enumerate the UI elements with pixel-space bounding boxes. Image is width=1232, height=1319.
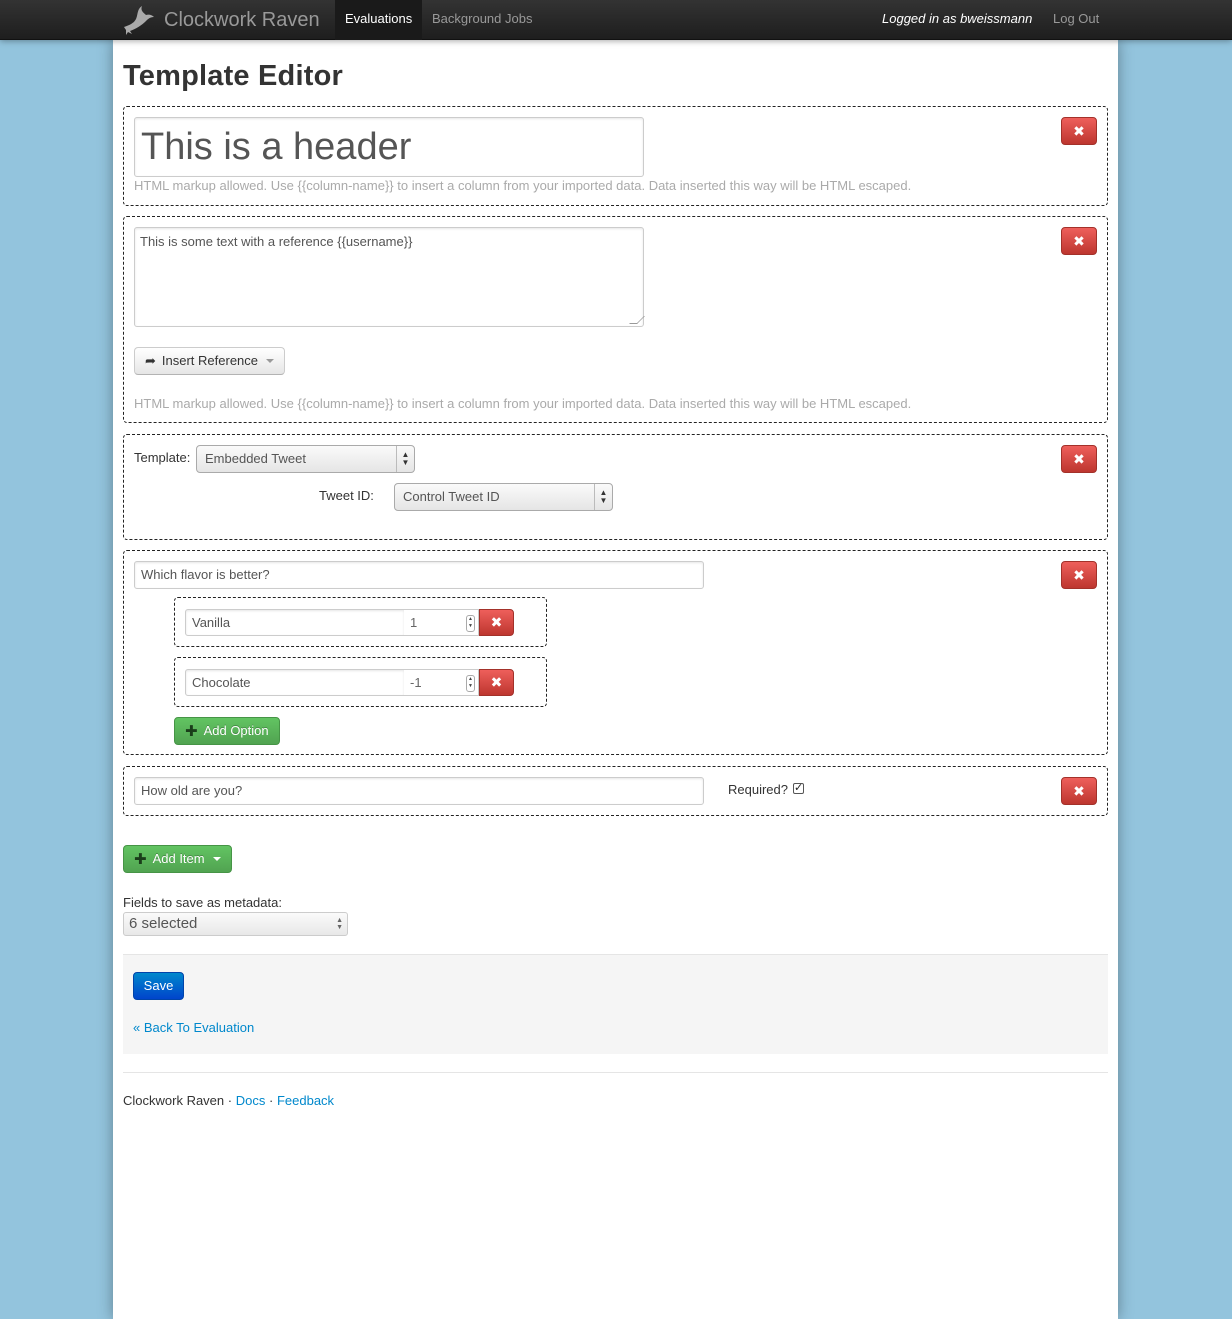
resize-handle[interactable] — [629, 316, 645, 324]
metadata-select-value: 6 selected — [129, 915, 198, 932]
tweet-id-label: Tweet ID: — [319, 488, 374, 503]
footer-brand: Clockwork Raven — [123, 1093, 225, 1108]
raven-logo-icon — [122, 3, 156, 37]
select-arrows-icon: ▲ ▼ — [336, 917, 343, 931]
option-label-input[interactable]: Chocolate — [185, 669, 405, 696]
delete-item-button[interactable]: ✖ — [1061, 777, 1097, 805]
add-item-button[interactable]: ✚ Add Item — [123, 845, 232, 873]
text-item-box: This is some text with a reference {{use… — [123, 216, 1108, 423]
help-text: HTML markup allowed. Use {{column-name}}… — [134, 396, 912, 411]
brand[interactable]: Clockwork Raven — [122, 0, 320, 40]
header-item-box: This is a header HTML markup allowed. Us… — [123, 106, 1108, 206]
form-actions: Save « Back To Evaluation — [123, 954, 1108, 1054]
option-value-input[interactable]: 1 ▲ ▼ — [404, 609, 479, 636]
page-content: Template Editor This is a header HTML ma… — [113, 40, 1118, 1319]
delete-item-button[interactable]: ✖ — [1061, 227, 1097, 255]
spinner-icon[interactable]: ▲ ▼ — [466, 675, 475, 692]
text-input[interactable]: This is some text with a reference {{use… — [134, 227, 645, 327]
option-label-input[interactable]: Vanilla — [185, 609, 405, 636]
required-label: Required? — [728, 782, 788, 797]
back-to-evaluation-link[interactable]: « Back To Evaluation — [133, 1020, 254, 1035]
docs-link[interactable]: Docs — [236, 1093, 266, 1108]
mc-question-input[interactable]: Which flavor is better? — [134, 561, 704, 589]
x-icon: ✖ — [1073, 783, 1085, 799]
option-box: Vanilla 1 ▲ ▼ ✖ — [174, 597, 547, 647]
option-value-input[interactable]: -1 ▲ ▼ — [404, 669, 479, 696]
caret-down-icon — [212, 857, 221, 861]
insert-reference-label: Insert Reference — [161, 353, 259, 368]
insert-reference-button[interactable]: ➦ Insert Reference — [134, 347, 286, 375]
spinner-icon[interactable]: ▲ ▼ — [466, 615, 475, 632]
select-arrows-icon: ▲ ▼ — [396, 446, 414, 472]
x-icon: ✖ — [1073, 451, 1085, 467]
footer: Clockwork Raven · Docs · Feedback — [123, 1093, 334, 1108]
nav-background-jobs[interactable]: Background Jobs — [422, 0, 542, 40]
option-box: Chocolate -1 ▲ ▼ ✖ — [174, 657, 547, 707]
add-item-label: Add Item — [152, 851, 205, 866]
footer-separator: · — [269, 1093, 274, 1108]
footer-separator: · — [227, 1093, 233, 1108]
x-icon: ✖ — [1073, 567, 1085, 583]
fr-item-box: How old are you? Required? ✓ ✖ — [123, 766, 1108, 816]
delete-option-button[interactable]: ✖ — [479, 609, 514, 636]
add-option-label: Add Option — [203, 723, 269, 738]
required-checkbox[interactable]: ✓ — [793, 783, 804, 794]
footer-divider — [123, 1072, 1108, 1073]
caret-down-icon — [266, 359, 275, 363]
fr-question-input[interactable]: How old are you? — [134, 777, 704, 805]
metadata-label: Fields to save as metadata: — [123, 895, 282, 910]
x-icon: ✖ — [1073, 233, 1085, 249]
plus-icon: ✚ — [134, 850, 147, 868]
template-select-value: Embedded Tweet — [205, 451, 306, 466]
option-value: -1 — [410, 675, 422, 690]
option-value: 1 — [410, 615, 418, 630]
save-button[interactable]: Save — [133, 972, 184, 1000]
header-input[interactable]: This is a header — [134, 117, 644, 177]
mc-item-box: Which flavor is better? ✖ Vanilla 1 ▲ ▼ ✖… — [123, 550, 1108, 755]
template-item-box: Template: Embedded Tweet ▲ ▼ Tweet ID: Co… — [123, 434, 1108, 540]
select-arrows-icon: ▲ ▼ — [594, 484, 612, 510]
page-title: Template Editor — [123, 60, 343, 92]
add-option-button[interactable]: ✚ Add Option — [174, 717, 280, 745]
nav-evaluations[interactable]: Evaluations — [335, 0, 423, 40]
x-icon: ✖ — [490, 614, 503, 630]
delete-option-button[interactable]: ✖ — [479, 669, 514, 696]
help-text: HTML markup allowed. Use {{column-name}}… — [134, 178, 912, 193]
tweet-id-select[interactable]: Control Tweet ID ▲ ▼ — [394, 483, 613, 511]
share-icon: ➦ — [145, 353, 156, 368]
plus-icon: ✚ — [185, 722, 198, 740]
template-select[interactable]: Embedded Tweet ▲ ▼ — [196, 445, 415, 473]
logout-link[interactable]: Log Out — [1043, 0, 1109, 40]
top-navbar: Clockwork Raven Evaluations Background J… — [0, 0, 1232, 40]
metadata-select[interactable]: 6 selected ▲ ▼ — [123, 912, 348, 936]
delete-item-button[interactable]: ✖ — [1061, 117, 1097, 145]
x-icon: ✖ — [490, 674, 503, 690]
text-value: This is some text with a reference {{use… — [140, 234, 413, 249]
brand-name: Clockwork Raven — [164, 8, 320, 31]
tweet-id-select-value: Control Tweet ID — [403, 489, 500, 504]
x-icon: ✖ — [1073, 123, 1085, 139]
delete-item-button[interactable]: ✖ — [1061, 445, 1097, 473]
delete-item-button[interactable]: ✖ — [1061, 561, 1097, 589]
feedback-link[interactable]: Feedback — [277, 1093, 334, 1108]
logged-in-user: Logged in as bweissmann — [882, 11, 1033, 26]
template-label: Template: — [134, 450, 191, 465]
